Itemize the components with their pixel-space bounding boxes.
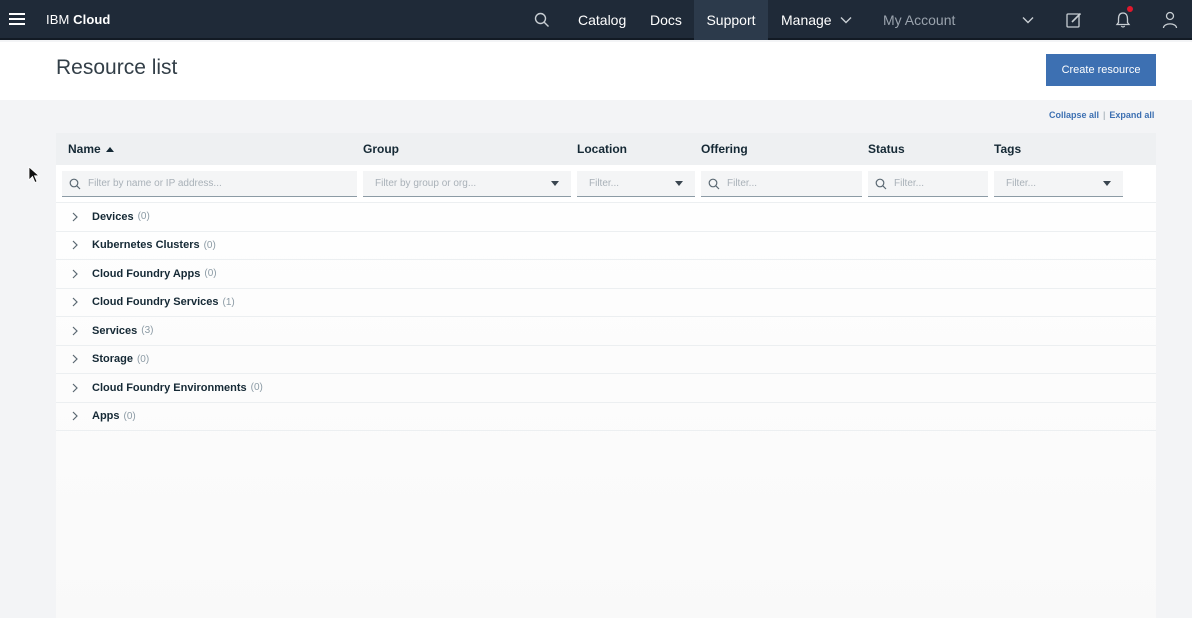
page-header: Resource list Create resource (0, 42, 1192, 100)
row-count: (3) (141, 325, 154, 337)
column-header-status[interactable]: Status (868, 133, 905, 165)
filter-placeholder: Filter by name or IP address... (88, 178, 222, 189)
row-name: Devices (92, 210, 134, 223)
row-count: (0) (136, 353, 150, 365)
table-row[interactable]: Cloud Foundry Services (1) (56, 289, 1156, 317)
chevron-right-icon[interactable] (56, 269, 92, 279)
table-row[interactable]: Devices (0) (56, 203, 1156, 232)
expand-all-link[interactable]: Expand all (1109, 110, 1154, 120)
filter-row: Filter by name or IP address... Filter b… (56, 165, 1156, 203)
filter-placeholder: Filter... (894, 178, 925, 189)
mouse-cursor-icon (28, 166, 41, 189)
resource-groups: Devices (0) Kubernetes Clusters (0) Clou… (56, 203, 1156, 431)
resource-table: Name Group Location Offering Status Tags… (56, 133, 1156, 618)
row-count: (0) (137, 211, 150, 223)
row-name: Apps (92, 410, 120, 423)
search-icon (868, 171, 894, 197)
caret-down-icon (1103, 181, 1111, 186)
search-icon[interactable] (528, 0, 556, 40)
row-name: Services (92, 324, 138, 337)
edit-icon[interactable] (1062, 0, 1086, 40)
chevron-right-icon[interactable] (56, 383, 92, 393)
table-header: Name Group Location Offering Status Tags (56, 133, 1156, 165)
offering-filter-input[interactable]: Filter... (701, 171, 862, 197)
table-row[interactable]: Cloud Foundry Environments (0) (56, 374, 1156, 403)
brand-logo[interactable]: IBM Cloud (46, 12, 110, 27)
chevron-right-icon[interactable] (56, 297, 92, 307)
chevron-right-icon[interactable] (56, 240, 92, 250)
caret-down-icon (675, 181, 683, 186)
filter-placeholder: Filter by group or org... (375, 178, 477, 189)
column-header-location[interactable]: Location (577, 133, 627, 165)
nav-manage[interactable]: Manage (781, 0, 832, 40)
collapse-all-link[interactable]: Collapse all (1049, 110, 1099, 120)
create-resource-button[interactable]: Create resource (1046, 54, 1156, 86)
brand-name: Cloud (73, 11, 111, 27)
row-name: Cloud Foundry Environments (92, 381, 247, 394)
status-filter-input[interactable]: Filter... (868, 171, 988, 197)
row-name: Cloud Foundry Apps (92, 267, 201, 280)
column-header-tags[interactable]: Tags (994, 133, 1021, 165)
menu-icon[interactable] (0, 0, 34, 39)
table-row[interactable]: Cloud Foundry Apps (0) (56, 260, 1156, 289)
row-count: (0) (204, 268, 217, 280)
chevron-down-icon[interactable] (1022, 0, 1034, 40)
name-filter-input[interactable]: Filter by name or IP address... (62, 171, 357, 197)
row-name: Cloud Foundry Services (92, 296, 219, 309)
location-filter-select[interactable]: Filter... (577, 171, 695, 197)
top-navigation: IBM Cloud Catalog Docs Support Manage My… (0, 0, 1192, 40)
row-count: (0) (250, 382, 263, 394)
table-row[interactable]: Apps (0) (56, 403, 1156, 431)
tags-filter-select[interactable]: Filter... (994, 171, 1123, 197)
filter-placeholder: Filter... (727, 178, 758, 189)
nav-support[interactable]: Support (694, 0, 768, 40)
search-icon (701, 171, 727, 197)
separator: | (1103, 110, 1106, 120)
brand-prefix: IBM (46, 11, 70, 27)
sort-ascending-icon (105, 146, 114, 152)
group-filter-select[interactable]: Filter by group or org... (363, 171, 571, 197)
chevron-right-icon[interactable] (56, 411, 92, 421)
nav-docs[interactable]: Docs (650, 0, 682, 40)
table-row[interactable]: Storage (0) (56, 346, 1156, 374)
row-count: (0) (203, 239, 216, 251)
notification-dot (1127, 6, 1133, 12)
chevron-right-icon[interactable] (56, 326, 92, 336)
column-label: Name (68, 142, 101, 156)
collapse-expand-controls: Collapse all | Expand all (1049, 110, 1154, 120)
column-header-name[interactable]: Name (68, 133, 114, 165)
caret-down-icon (551, 181, 559, 186)
filter-placeholder: Filter... (1006, 178, 1037, 189)
table-row[interactable]: Kubernetes Clusters (0) (56, 232, 1156, 260)
column-header-group[interactable]: Group (363, 133, 399, 165)
nav-catalog[interactable]: Catalog (578, 0, 626, 40)
row-name: Storage (92, 353, 133, 366)
page-title: Resource list (56, 56, 178, 79)
row-count: (1) (222, 296, 235, 308)
row-name: Kubernetes Clusters (92, 239, 200, 252)
account-switcher[interactable]: My Account (883, 0, 955, 40)
user-icon[interactable] (1158, 0, 1182, 40)
row-count: (0) (123, 410, 136, 422)
search-icon (62, 171, 88, 197)
chevron-down-icon[interactable] (840, 0, 852, 40)
notifications-icon[interactable] (1111, 0, 1135, 40)
column-header-offering[interactable]: Offering (701, 133, 748, 165)
table-row[interactable]: Services (3) (56, 317, 1156, 346)
chevron-right-icon[interactable] (56, 212, 92, 222)
filter-placeholder: Filter... (589, 178, 620, 189)
chevron-right-icon[interactable] (56, 354, 92, 364)
